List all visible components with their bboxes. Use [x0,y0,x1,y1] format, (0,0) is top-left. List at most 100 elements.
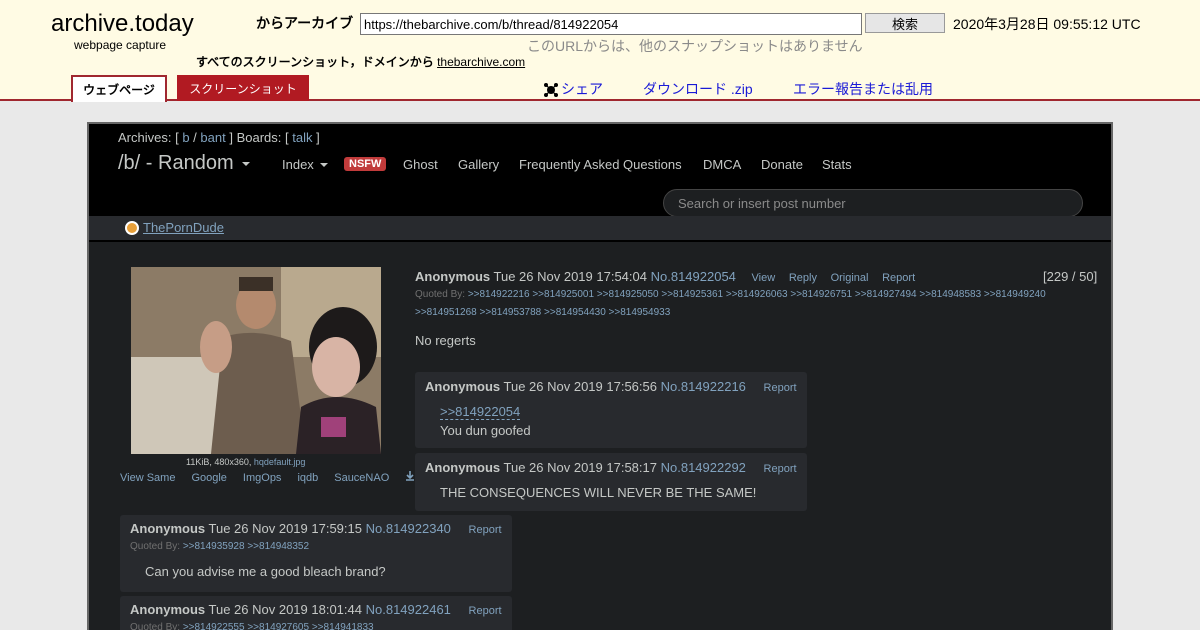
google-link[interactable]: Google [191,472,226,484]
nav-donate[interactable]: Donate [761,157,803,172]
sponsor-label: ThePornDude [143,220,224,235]
archive-from-label: からアーカイブ [256,15,354,31]
archived-page-frame: Archives: [ b / bant ] Boards: [ talk ] … [87,122,1113,630]
post-date: Tue 26 Nov 2019 17:54:04 [493,269,647,284]
nav-gallery[interactable]: Gallery [458,157,499,172]
share-label: シェア [561,81,603,97]
op-post-text: No regerts [415,333,476,348]
archives-label: Archives: [ [118,130,179,145]
nav-faq[interactable]: Frequently Asked Questions [519,157,682,172]
reply-text: Can you advise me a good bleach brand? [145,564,386,579]
post-date: Tue 26 Nov 2019 18:01:44 [208,602,362,617]
caret-down-icon [319,162,328,167]
archive-header: archive.today webpage capture からアーカイブ 検索… [0,0,1200,102]
reply-post: Anonymous Tue 26 Nov 2019 18:01:44 No.81… [120,596,512,630]
poster-name: Anonymous [130,521,206,536]
archive-link-b[interactable]: b [182,130,189,145]
report-link[interactable]: Report [882,272,915,284]
nav-dmca[interactable]: DMCA [703,157,741,172]
download-icon[interactable] [405,471,415,484]
archive-separator: / [193,130,197,145]
no-other-snapshots-text: このURLからは、他のスナップショットはありません [527,38,863,54]
reply-image-count: [229 / 50] [1043,269,1098,284]
poster-name: Anonymous [425,379,501,394]
quoted-by-links[interactable]: >>814922555 >>814927605 >>814941833 [183,622,374,630]
post-date: Tue 26 Nov 2019 17:58:17 [503,460,657,475]
image-actions: View Same Google ImgOps iqdb SauceNAO [120,471,415,484]
reply-header: Anonymous Tue 26 Nov 2019 18:01:44 No.81… [130,602,502,617]
post-number[interactable]: No.814922461 [366,602,451,617]
quoted-by-label: Quoted By: [130,622,181,630]
poster-name: Anonymous [130,602,206,617]
post-number[interactable]: No.814922216 [661,379,746,394]
poster-name: Anonymous [415,269,491,284]
op-file-info: 11KiB, 480x360, hqdefault.jpg [186,457,305,467]
report-link[interactable]: Report [764,382,797,394]
archive-logo[interactable]: archive.today [51,10,194,38]
reply-header: Anonymous Tue 26 Nov 2019 17:59:15 No.81… [130,521,502,536]
view-same-link[interactable]: View Same [120,472,175,484]
post-search-input[interactable]: Search or insert post number [663,189,1083,217]
archives-line: Archives: [ b / bant ] Boards: [ talk ] [118,130,320,145]
report-link[interactable]: Report [469,605,502,617]
report-link[interactable]: Report [764,463,797,475]
board-title-dropdown[interactable]: /b/ - Random [118,152,250,175]
post-date: Tue 26 Nov 2019 17:59:15 [208,521,362,536]
reply-header: Anonymous Tue 26 Nov 2019 17:56:56 No.81… [425,379,797,394]
download-zip-link[interactable]: ダウンロード .zip [643,79,753,99]
reply-post: Anonymous Tue 26 Nov 2019 17:56:56 No.81… [415,372,807,448]
quoted-by-links[interactable]: >>814935928 >>814948352 [183,541,309,552]
tab-screenshot[interactable]: スクリーンショット [177,75,309,101]
report-link[interactable]: Report [469,524,502,536]
boards-close-bracket: ] [316,130,320,145]
capture-date: 2020年3月28日 09:55:12 UTC [953,16,1141,32]
poster-name: Anonymous [425,460,501,475]
op-file-name[interactable]: hqdefault.jpg [254,457,306,467]
post-number[interactable]: No.814922054 [651,269,736,284]
nsfw-badge: NSFW [344,157,387,171]
imgops-link[interactable]: ImgOps [243,472,282,484]
reply-header: Anonymous Tue 26 Nov 2019 17:58:17 No.81… [425,460,797,475]
sponsor-bar: ThePornDude [89,216,1111,242]
archive-logo-subtitle: webpage capture [74,38,167,52]
saucenao-link[interactable]: SauceNAO [334,472,389,484]
iqdb-link[interactable]: iqdb [297,472,318,484]
boards-label: ] Boards: [ [229,130,289,145]
reply-quoted-by: Quoted By: >>814935928 >>814948352 [130,538,309,556]
archive-url-input[interactable] [360,13,862,35]
quoted-by-label: Quoted By: [415,289,466,300]
quote-link[interactable]: >>814922054 [440,404,521,420]
share-icon [543,81,559,97]
reply-text: THE CONSEQUENCES WILL NEVER BE THE SAME! [440,485,757,500]
op-thumbnail[interactable] [131,267,381,454]
search-button[interactable]: 検索 [865,13,945,33]
post-date: Tue 26 Nov 2019 17:56:56 [503,379,657,394]
nav-ghost[interactable]: Ghost [403,157,438,172]
caret-down-icon [241,161,250,166]
domain-link[interactable]: thebarchive.com [437,55,525,69]
reply-post: Anonymous Tue 26 Nov 2019 17:59:15 No.81… [120,515,512,592]
report-abuse-link[interactable]: エラー報告または乱用 [793,79,933,99]
archive-link-bant[interactable]: bant [200,130,225,145]
view-link[interactable]: View [752,272,776,284]
op-post-header: Anonymous Tue 26 Nov 2019 17:54:04 No.81… [415,269,915,284]
sponsor-icon [125,220,139,235]
op-file-size: 11KiB, 480x360, [186,457,254,467]
tab-webpage[interactable]: ウェブページ [71,75,167,102]
quoted-by-links[interactable]: >>814922216 >>814925001 >>814925050 >>81… [468,289,1046,300]
sponsor-link[interactable]: ThePornDude [125,220,224,235]
original-link[interactable]: Original [831,272,869,284]
post-number[interactable]: No.814922292 [661,460,746,475]
board-title: /b/ - Random [118,152,234,174]
reply-quote-link: >>814922054 [440,404,521,420]
quoted-by-links[interactable]: >>814951268 >>814953788 >>814954430 >>81… [415,307,670,318]
post-number[interactable]: No.814922340 [366,521,451,536]
share-link[interactable]: シェア [543,79,603,99]
nav-index[interactable]: Index [282,157,328,172]
op-quoted-by: Quoted By: >>814922216 >>814925001 >>814… [415,286,1046,322]
reply-quoted-by: Quoted By: >>814922555 >>814927605 >>814… [130,619,374,630]
quoted-by-label: Quoted By: [130,541,181,552]
reply-link[interactable]: Reply [789,272,817,284]
nav-stats[interactable]: Stats [822,157,852,172]
board-link-talk[interactable]: talk [292,130,312,145]
